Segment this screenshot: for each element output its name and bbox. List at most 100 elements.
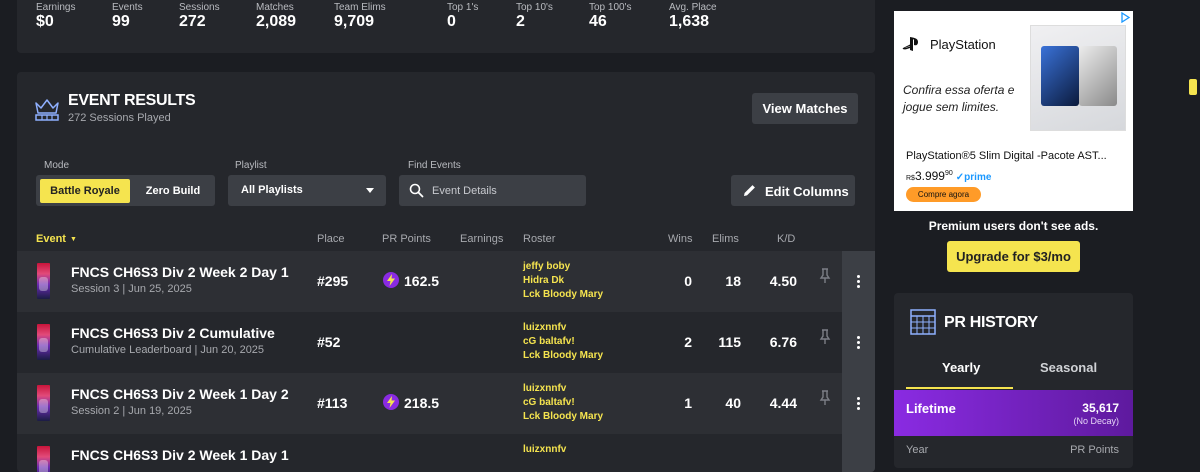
pr-history-panel: PR HISTORY Yearly Seasonal Lifetime 35,6… [894,293,1133,468]
lightning-icon [383,272,399,288]
row-menu-button[interactable] [842,434,875,472]
edit-columns-button[interactable]: Edit Columns [731,175,855,206]
event-results-title: EVENT RESULTS [68,92,196,109]
advertisement[interactable]: PlayStation Confira essa oferta e jogue … [894,11,1133,211]
stat-value: $0 [36,13,54,30]
pin-icon[interactable] [819,390,831,406]
col-wins-header[interactable]: Wins [668,233,692,245]
lifetime-row: Lifetime 35,617 (No Decay) [894,390,1133,436]
pr-points-value: 162.5 [404,273,440,289]
mode-battle-royale-button[interactable]: Battle Royale [40,179,130,203]
roster: luizxnnfv cG baltafv! Lck Bloody Mary [523,321,603,363]
mode-zero-build-button[interactable]: Zero Build [135,179,211,203]
roster-player[interactable]: jeffy boby [523,260,603,274]
ad-choices-icon[interactable] [1120,12,1131,23]
col-event-header[interactable]: Event ▼ [36,233,77,245]
view-matches-button[interactable]: View Matches [752,93,858,124]
pr-history-title: PR HISTORY [944,314,1038,331]
trophy-crown-icon [35,99,59,121]
ad-copy-line: jogue sem limites. [903,100,1000,114]
roster-player[interactable]: Lck Bloody Mary [523,349,603,363]
roster-player[interactable]: Lck Bloody Mary [523,410,603,424]
page-scrollbar[interactable] [1186,0,1200,456]
roster: jeffy boby Hidra Dk Lck Bloody Mary [523,260,603,302]
playlist-label: Playlist [235,160,267,171]
tab-yearly[interactable]: Yearly [942,360,980,375]
row-menu-button[interactable] [842,251,875,312]
table-row[interactable]: FNCS CH6S3 Div 2 Week 1 Day 1 luizxnnfv [17,434,875,472]
buy-now-button[interactable]: Compre agora [906,187,981,202]
pin-icon[interactable] [819,268,831,284]
roster-player[interactable]: luizxnnfv [523,382,603,396]
event-wins: 0 [684,273,692,289]
stat-label: Top 10's [516,2,553,13]
find-events-search [399,175,586,206]
dot [857,402,860,405]
roster-player[interactable]: Lck Bloody Mary [523,288,603,302]
col-place-header[interactable]: Place [317,233,345,245]
edit-columns-label: Edit Columns [765,184,849,199]
stat-label: Sessions [179,2,220,13]
event-name: FNCS CH6S3 Div 2 Week 1 Day 1 [71,447,289,463]
roster-player[interactable]: cG baltafv! [523,396,603,410]
row-menu-button[interactable] [842,373,875,434]
roster-player[interactable]: cG baltafv! [523,335,603,349]
mode-label: Mode [44,160,70,171]
stat-value: 272 [179,13,206,30]
product-image [1030,25,1126,131]
col-kd-header[interactable]: K/D [777,233,795,245]
event-kd: 4.50 [769,273,797,289]
sessions-played: 272 Sessions Played [68,112,171,124]
col-earnings-header[interactable]: Earnings [460,233,503,245]
find-events-label: Find Events [408,160,461,171]
roster-player[interactable]: luizxnnfv [523,443,566,457]
pin-icon[interactable] [819,329,831,345]
pencil-icon [744,185,755,196]
col-pr-points-header: PR Points [1070,444,1119,456]
event-elims: 40 [725,395,741,411]
brand-name: PlayStation [930,36,996,52]
event-thumbnail [37,385,50,421]
playlist-value: All Playlists [241,184,303,196]
col-elims-header[interactable]: Elims [712,233,739,245]
stat-value: 2,089 [256,13,297,30]
stat-label: Events [112,2,143,13]
dot [857,341,860,344]
stat-value: 9,709 [334,13,375,30]
event-elims: 18 [725,273,741,289]
stat-label: Top 100's [589,2,632,13]
stat-value: 99 [112,13,130,30]
table-row[interactable]: FNCS CH6S3 Div 2 Week 2 Day 1 Session 3 … [17,251,875,312]
active-tab-indicator [906,387,1013,389]
prime-badge: ✓prime [955,172,992,183]
search-input[interactable] [432,181,577,200]
event-kd: 4.44 [769,395,797,411]
row-menu-button[interactable] [842,312,875,373]
table-row[interactable]: FNCS CH6S3 Div 2 Cumulative Cumulative L… [17,312,875,373]
dot [857,336,860,339]
playlist-select[interactable]: All Playlists [228,175,386,206]
stat-label: Earnings [36,2,76,13]
stat-value: 0 [447,13,456,30]
tab-seasonal[interactable]: Seasonal [1040,360,1097,375]
ad-copy: Confira essa oferta e jogue sem limites. [903,82,1014,116]
event-wins: 1 [684,395,692,411]
calendar-grid-icon [910,309,936,335]
stat-label: Team Elims [334,2,386,13]
playstation-brand: PlayStation [902,36,996,52]
upgrade-button[interactable]: Upgrade for $3/mo [947,241,1080,272]
product-title[interactable]: PlayStation®5 Slim Digital -Pacote AST..… [906,150,1107,162]
ad-copy-line: Confira essa oferta e [903,83,1015,97]
scrollbar-thumb[interactable] [1189,79,1197,95]
event-place: #295 [317,273,349,289]
event-thumbnail [37,446,50,472]
col-pr-points-header[interactable]: PR Points [382,233,431,245]
event-name: FNCS CH6S3 Div 2 Cumulative [71,325,275,341]
roster-player[interactable]: luizxnnfv [523,321,603,335]
stat-value: 1,638 [669,13,710,30]
sort-desc-icon: ▼ [69,236,77,243]
roster-player[interactable]: Hidra Dk [523,274,603,288]
col-roster-header: Roster [523,233,556,245]
event-session: Session 3 | Jun 25, 2025 [71,283,192,295]
table-row[interactable]: FNCS CH6S3 Div 2 Week 1 Day 2 Session 2 … [17,373,875,434]
